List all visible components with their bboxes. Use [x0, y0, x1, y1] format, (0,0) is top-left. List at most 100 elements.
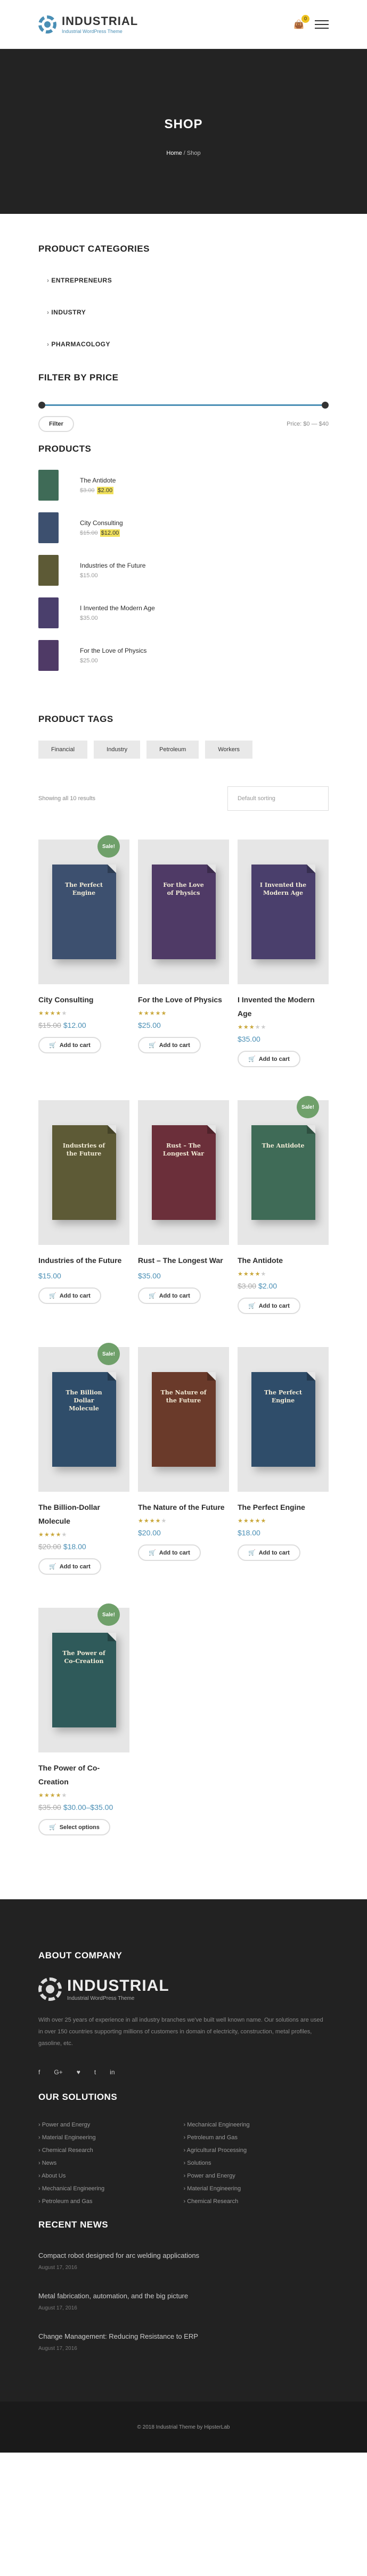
book-cover: The Perfect Engine — [52, 865, 116, 959]
product-name[interactable]: The Antidote — [80, 477, 116, 484]
add-to-cart-button[interactable]: 🛒 Add to cart — [38, 1558, 101, 1575]
sort-select[interactable]: Default sorting — [227, 786, 329, 811]
hamburger-icon[interactable] — [315, 18, 329, 31]
category-link[interactable]: ENTREPRENEURS — [47, 277, 329, 284]
footer-solution-link[interactable]: Solutions — [184, 2160, 329, 2166]
category-link[interactable]: INDUSTRY — [47, 309, 329, 316]
footer-solution-link[interactable]: Material Engineering — [184, 2186, 329, 2192]
product-image[interactable]: Industries of the Future — [38, 1100, 129, 1245]
google-plus-icon[interactable]: G+ — [54, 2068, 62, 2076]
product-title[interactable]: City Consulting — [38, 993, 129, 1007]
product-list-item[interactable]: For the Love of Physics $25.00 — [38, 634, 329, 677]
star-icon: ★ — [61, 1010, 68, 1017]
cart-button[interactable]: 👜 0 — [293, 14, 309, 30]
product-title[interactable]: I Invented the Modern Age — [238, 993, 329, 1020]
product-card: For the Love of Physics For the Love of P… — [138, 840, 229, 1067]
product-list-item[interactable]: The Antidote $3.00 $2.00 — [38, 464, 329, 506]
product-image[interactable]: The Nature of the Future — [138, 1347, 229, 1492]
heart-icon[interactable]: ♥ — [77, 2068, 80, 2076]
star-icon: ★ — [55, 1010, 62, 1017]
news-title-link[interactable]: Metal fabrication, automation, and the b… — [38, 2292, 329, 2300]
star-icon: ★ — [61, 1532, 68, 1538]
filter-button[interactable]: Filter — [38, 416, 74, 432]
add-to-cart-button[interactable]: 🛒 Add to cart — [38, 1287, 101, 1304]
product-image[interactable]: Rust – The Longest War — [138, 1100, 229, 1245]
star-icon: ★ — [260, 1518, 267, 1524]
footer-solution-link[interactable]: Chemical Research — [184, 2198, 329, 2205]
product-name[interactable]: City Consulting — [80, 519, 123, 527]
button-label: Add to cart — [59, 1292, 91, 1299]
product-list-item[interactable]: Industries of the Future $15.00 — [38, 549, 329, 592]
footer-solution-link[interactable]: News — [38, 2160, 184, 2166]
price-slider-max-handle[interactable] — [322, 402, 329, 409]
twitter-icon[interactable]: t — [94, 2068, 96, 2076]
product-title[interactable]: The Billion-Dollar Molecule — [38, 1500, 129, 1528]
product-image[interactable]: The Antidote — [238, 1100, 329, 1245]
news-title-link[interactable]: Compact robot designed for arc welding a… — [38, 2251, 329, 2259]
book-cover: The Perfect Engine — [251, 1372, 315, 1467]
add-to-cart-button[interactable]: 🛒 Add to cart — [38, 1037, 101, 1053]
book-cover-title: The Perfect Engine — [64, 882, 103, 896]
product-title[interactable]: The Antidote — [238, 1253, 329, 1267]
site-logo[interactable]: INDUSTRIAL Industrial WordPress Theme — [38, 14, 138, 34]
footer-solution-link[interactable]: About Us — [38, 2173, 184, 2179]
facebook-icon[interactable]: f — [38, 2068, 40, 2076]
product-title[interactable]: The Perfect Engine — [238, 1500, 329, 1514]
product-list-item[interactable]: I Invented the Modern Age $35.00 — [38, 592, 329, 634]
product-price: $35.00 — [80, 615, 155, 621]
select-options-button[interactable]: 🛒 Select options — [38, 1819, 110, 1835]
add-to-cart-button[interactable]: 🛒 Add to cart — [238, 1544, 300, 1561]
product-title[interactable]: For the Love of Physics — [138, 993, 229, 1007]
footer-solution-link[interactable]: Agricultural Processing — [184, 2147, 329, 2154]
product-price: $20.00 — [138, 1528, 229, 1537]
add-to-cart-button[interactable]: 🛒 Add to cart — [138, 1544, 201, 1561]
product-image[interactable]: The Power of Co-Creation — [38, 1608, 129, 1752]
product-thumbnail[interactable] — [38, 512, 59, 543]
product-thumbnail[interactable] — [38, 470, 59, 501]
product-image[interactable]: The Perfect Engine — [38, 840, 129, 984]
product-name[interactable]: I Invented the Modern Age — [80, 604, 155, 612]
tag-link[interactable]: Financial — [38, 741, 88, 759]
product-thumbnail[interactable] — [38, 555, 59, 586]
product-image[interactable]: I Invented the Modern Age — [238, 840, 329, 984]
product-title[interactable]: Rust – The Longest War — [138, 1253, 229, 1267]
book-cover-title: Industries of the Future — [62, 1142, 105, 1157]
add-to-cart-button[interactable]: 🛒 Add to cart — [238, 1298, 300, 1314]
linkedin-icon[interactable]: in — [110, 2068, 115, 2076]
widget-title: FILTER BY PRICE — [38, 372, 119, 383]
product-name[interactable]: Industries of the Future — [80, 562, 145, 569]
star-rating: ★★★★★ — [138, 1010, 229, 1017]
category-link[interactable]: PHARMACOLOGY — [47, 340, 329, 348]
product-list-item[interactable]: City Consulting $15.00 $12.00 — [38, 506, 329, 549]
star-icon: ★ — [249, 1024, 255, 1031]
footer-solution-link[interactable]: Material Engineering — [38, 2134, 184, 2141]
footer-solution-link[interactable]: Petroleum and Gas — [184, 2134, 329, 2141]
add-to-cart-button[interactable]: 🛒 Add to cart — [138, 1287, 201, 1304]
product-image[interactable]: For the Love of Physics — [138, 840, 229, 984]
product-thumbnail[interactable] — [38, 640, 59, 671]
product-title[interactable]: Industries of the Future — [38, 1253, 129, 1267]
product-name[interactable]: For the Love of Physics — [80, 647, 146, 654]
footer-solution-link[interactable]: Power and Energy — [38, 2122, 184, 2128]
footer-solution-link[interactable]: Mechanical Engineering — [38, 2186, 184, 2192]
add-to-cart-button[interactable]: 🛒 Add to cart — [238, 1051, 300, 1067]
footer-solution-link[interactable]: Petroleum and Gas — [38, 2198, 184, 2205]
footer-solution-link[interactable]: Power and Energy — [184, 2173, 329, 2179]
price-slider-min-handle[interactable] — [38, 402, 45, 409]
product-price: $25.00 — [80, 658, 146, 664]
tag-link[interactable]: Industry — [94, 741, 141, 759]
news-title-link[interactable]: Change Management: Reducing Resistance t… — [38, 2332, 329, 2340]
footer-solution-link[interactable]: Chemical Research — [38, 2147, 184, 2154]
footer-solution-link[interactable]: Mechanical Engineering — [184, 2122, 329, 2128]
breadcrumb-home-link[interactable]: Home — [166, 150, 182, 156]
tag-link[interactable]: Petroleum — [146, 741, 199, 759]
product-image[interactable]: The Billion Dollar Molecule — [38, 1347, 129, 1492]
product-image[interactable]: The Perfect Engine — [238, 1347, 329, 1492]
site-footer: ABOUT COMPANY INDUSTRIAL Industrial Word… — [0, 1899, 367, 2453]
tag-link[interactable]: Workers — [205, 741, 253, 759]
product-title[interactable]: The Power of Co-Creation — [38, 1761, 129, 1789]
price-slider[interactable] — [38, 401, 329, 410]
product-thumbnail[interactable] — [38, 597, 59, 628]
product-title[interactable]: The Nature of the Future — [138, 1500, 229, 1514]
add-to-cart-button[interactable]: 🛒 Add to cart — [138, 1037, 201, 1053]
